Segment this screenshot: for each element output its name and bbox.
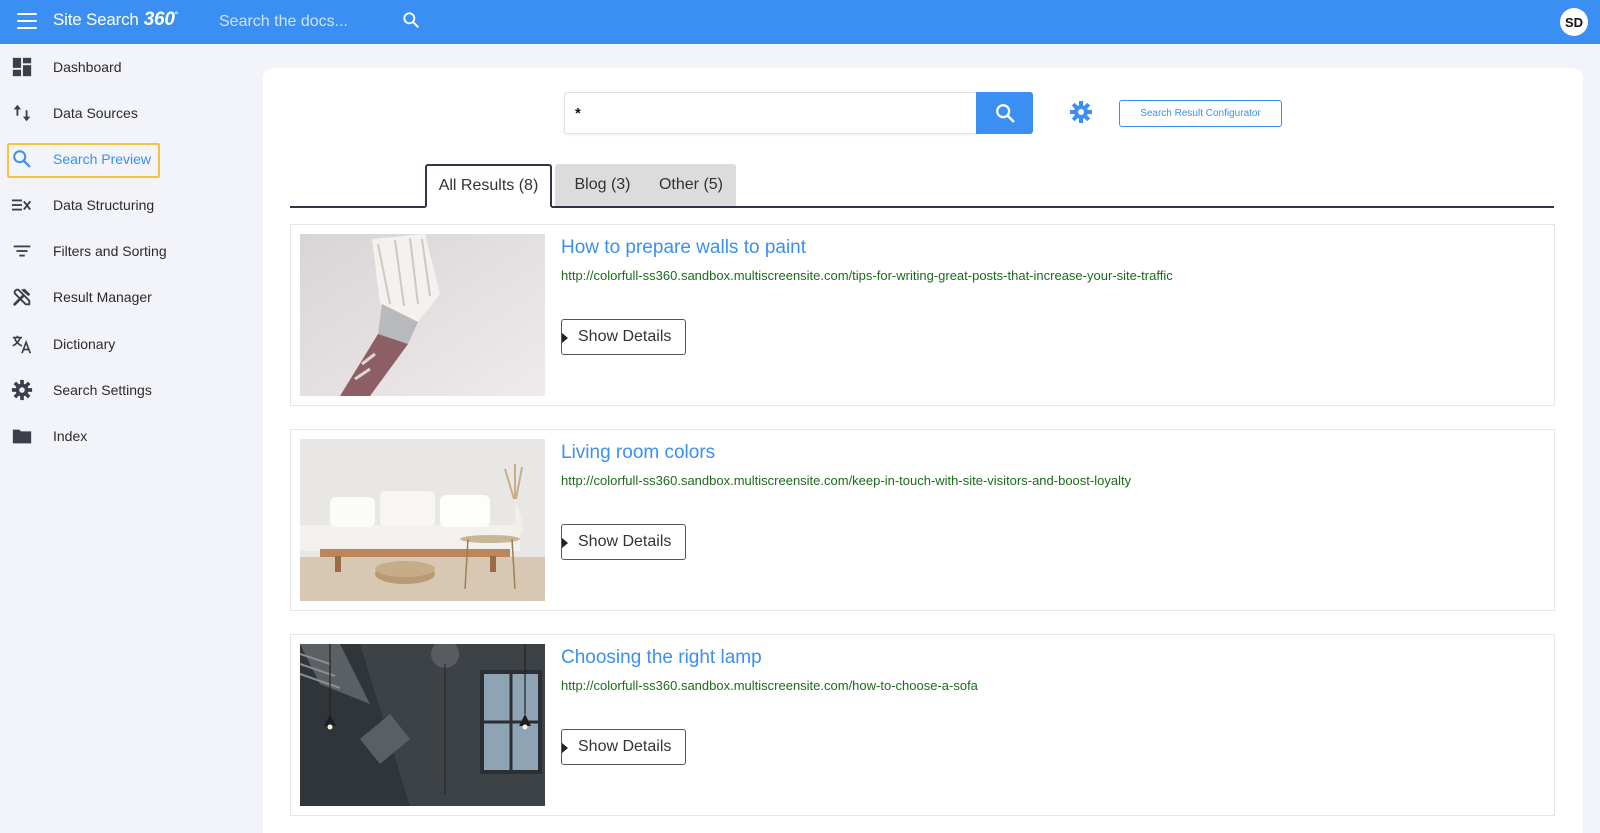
tab-blog[interactable]: Blog (3) bbox=[555, 164, 650, 206]
top-bar: Site Search 360° SD bbox=[0, 0, 1600, 44]
folder-icon bbox=[12, 429, 32, 444]
sidebar-item-dashboard[interactable]: Dashboard bbox=[0, 49, 240, 85]
sidebar-item-data-sources[interactable]: Data Sources bbox=[0, 95, 240, 131]
result-title-link[interactable]: How to prepare walls to paint bbox=[561, 237, 806, 259]
avatar[interactable]: SD bbox=[1560, 8, 1588, 36]
preview-search-input[interactable] bbox=[565, 93, 978, 133]
sidebar-item-label: Search Preview bbox=[53, 151, 152, 167]
dashboard-icon bbox=[12, 57, 32, 77]
brand-360-logo: 360° bbox=[143, 9, 179, 30]
caret-right-icon bbox=[562, 538, 568, 548]
tools-icon bbox=[13, 288, 31, 306]
data-structuring-icon bbox=[11, 199, 31, 211]
brand-logo[interactable]: Site Search 360° bbox=[53, 9, 178, 31]
result-thumbnail[interactable] bbox=[300, 439, 545, 601]
sofa-photo bbox=[300, 439, 545, 601]
sidebar-item-data-structuring[interactable]: Data Structuring bbox=[0, 187, 240, 223]
result-card: Choosing the right lamp http://colorfull… bbox=[290, 634, 1555, 816]
paintbrush-photo bbox=[300, 234, 545, 396]
caret-right-icon bbox=[562, 743, 568, 753]
show-details-button[interactable]: Show Details bbox=[561, 729, 686, 765]
sidebar-item-index[interactable]: Index bbox=[0, 418, 240, 454]
caret-right-icon bbox=[562, 333, 568, 343]
result-card: Living room colors http://colorfull-ss36… bbox=[290, 429, 1555, 611]
result-url-link[interactable]: http://colorfull-ss360.sandbox.multiscre… bbox=[561, 678, 978, 693]
result-title-link[interactable]: Choosing the right lamp bbox=[561, 647, 762, 669]
preview-search-box bbox=[564, 92, 978, 134]
gear-icon bbox=[11, 379, 33, 401]
sidebar-item-label: Filters and Sorting bbox=[53, 243, 167, 259]
show-details-button[interactable]: Show Details bbox=[561, 524, 686, 560]
search-result-configurator-button[interactable]: Search Result Configurator bbox=[1119, 100, 1282, 127]
result-url-link[interactable]: http://colorfull-ss360.sandbox.multiscre… bbox=[561, 473, 1131, 488]
lamp-photo bbox=[300, 644, 545, 806]
sidebar-item-label: Dictionary bbox=[53, 336, 116, 352]
result-card: How to prepare walls to paint http://col… bbox=[290, 224, 1555, 406]
sidebar-item-label: Search Settings bbox=[53, 382, 152, 398]
result-thumbnail[interactable] bbox=[300, 234, 545, 396]
sidebar-item-dictionary[interactable]: Dictionary bbox=[0, 326, 240, 362]
sidebar: Dashboard Data Sources Search Preview Da… bbox=[0, 44, 240, 833]
menu-icon[interactable] bbox=[17, 13, 37, 29]
brand-text: Site Search bbox=[53, 10, 139, 29]
translate-icon bbox=[12, 335, 32, 354]
swap-vertical-icon bbox=[13, 104, 31, 122]
sidebar-item-label: Index bbox=[53, 428, 88, 444]
sidebar-item-search-settings[interactable]: Search Settings bbox=[0, 372, 240, 408]
search-icon bbox=[995, 104, 1015, 123]
search-icon bbox=[13, 150, 31, 168]
sidebar-item-filters-sorting[interactable]: Filters and Sorting bbox=[0, 233, 240, 269]
search-icon[interactable] bbox=[401, 10, 421, 30]
settings-gear-icon[interactable] bbox=[1069, 100, 1093, 124]
sidebar-item-label: Result Manager bbox=[53, 289, 152, 305]
preview-search-button[interactable] bbox=[976, 92, 1033, 134]
sidebar-item-label: Data Structuring bbox=[53, 197, 155, 213]
result-title-link[interactable]: Living room colors bbox=[561, 442, 715, 464]
tab-other[interactable]: Other (5) bbox=[646, 164, 736, 206]
show-details-button[interactable]: Show Details bbox=[561, 319, 686, 355]
result-thumbnail[interactable] bbox=[300, 644, 545, 806]
sidebar-item-result-manager[interactable]: Result Manager bbox=[0, 279, 240, 315]
sidebar-item-label: Dashboard bbox=[53, 59, 122, 75]
sidebar-item-search-preview[interactable]: Search Preview bbox=[0, 141, 240, 177]
sidebar-item-label: Data Sources bbox=[53, 105, 138, 121]
docs-search-input[interactable] bbox=[219, 8, 429, 36]
filter-icon bbox=[13, 245, 31, 257]
tab-all-results[interactable]: All Results (8) bbox=[425, 164, 552, 208]
result-url-link[interactable]: http://colorfull-ss360.sandbox.multiscre… bbox=[561, 268, 1173, 283]
